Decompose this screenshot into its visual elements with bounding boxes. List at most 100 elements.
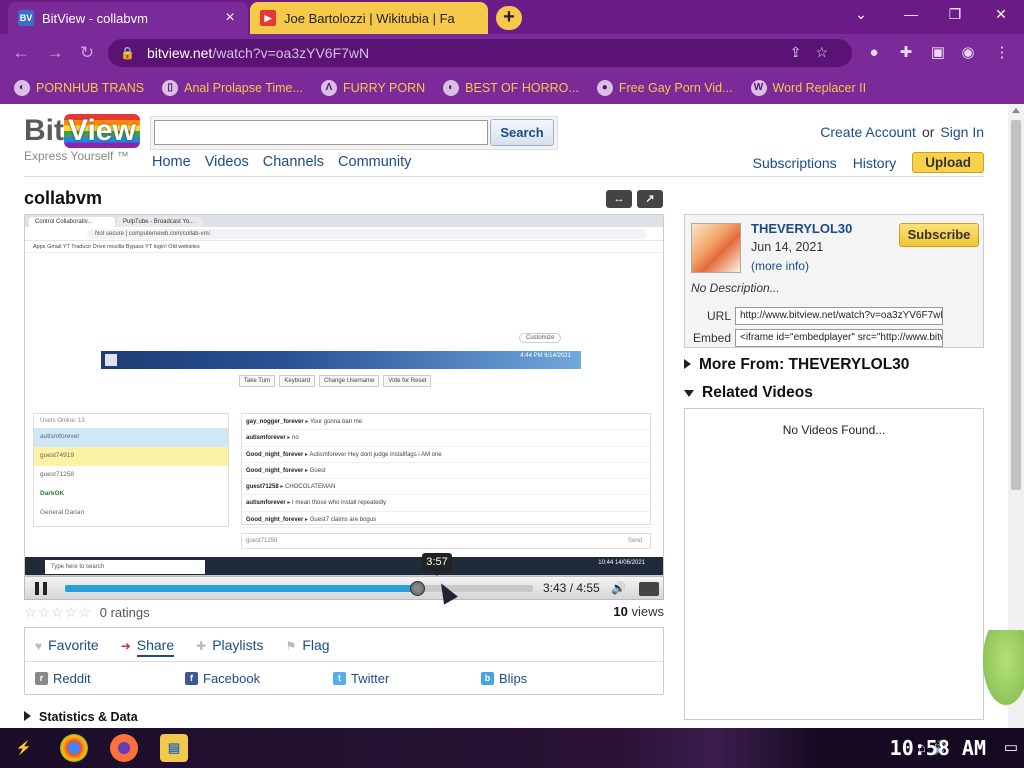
- sign-in-link[interactable]: Sign In: [940, 124, 984, 140]
- menu-icon[interactable]: ⋮: [992, 43, 1012, 63]
- widen-icon[interactable]: ↔: [606, 190, 632, 208]
- tab-wikitubia[interactable]: ▶ Joe Bartolozzi | Wikitubia | Fa: [250, 2, 488, 34]
- ratings: ☆☆☆☆☆ 0 ratings: [24, 604, 150, 621]
- puzzle-icon[interactable]: ✚: [896, 43, 916, 63]
- popout-icon[interactable]: ↗: [637, 190, 663, 208]
- subscriptions-link[interactable]: Subscriptions: [753, 155, 837, 171]
- avatar[interactable]: [691, 223, 741, 273]
- more-from-toggle[interactable]: More From: THEVERYLOL30: [684, 356, 909, 374]
- share-reddit[interactable]: r Reddit: [35, 671, 91, 686]
- extension-avatar-icon[interactable]: ●: [864, 43, 884, 63]
- tab-bitview[interactable]: BV BitView - collabvm ×: [8, 2, 248, 34]
- nav-home[interactable]: Home: [152, 154, 191, 170]
- taskbar-clock[interactable]: 10:58 AM: [890, 736, 986, 760]
- bookmark-item[interactable]: ◐ BEST OF HORRO...: [443, 80, 579, 96]
- share-star-icons[interactable]: ⇪☆: [790, 44, 842, 61]
- vm-chat: gay_nogger_forever ▸ Your gonna ban me a…: [241, 413, 651, 529]
- bookmark-item[interactable]: ◐ PORNHUB TRANS: [14, 80, 144, 96]
- chevron-down-icon[interactable]: ⌄: [846, 6, 876, 23]
- url-field[interactable]: 🔒 bitview.net/watch?v=oa3zYV6F7wN ⇪☆: [108, 39, 852, 67]
- related-videos-list: No Videos Found...: [684, 408, 984, 720]
- channel-box: THEVERYLOL30 Jun 14, 2021 (more info) Su…: [684, 214, 984, 348]
- video-title: collabvm: [24, 188, 103, 208]
- video-description: No Description...: [691, 281, 780, 295]
- bookmark-item[interactable]: ● Free Gay Porn Vid...: [596, 80, 733, 96]
- share-blips[interactable]: b Blips: [481, 671, 527, 686]
- bookmark-item[interactable]: W Word Replacer II: [750, 80, 866, 96]
- volume-icon[interactable]: 🔊: [611, 581, 626, 595]
- desktop-mascot: [982, 630, 1024, 730]
- flag-button[interactable]: ⚑ Flag: [286, 637, 330, 653]
- nav-channels[interactable]: Channels: [263, 154, 324, 170]
- share-button[interactable]: ➜ Share: [120, 636, 175, 657]
- create-account-link[interactable]: Create Account: [820, 124, 916, 140]
- browser-tab-strip: BV BitView - collabvm × ▶ Joe Bartolozzi…: [0, 0, 1024, 34]
- history-link[interactable]: History: [853, 155, 897, 171]
- restore-icon[interactable]: ❐: [940, 6, 970, 23]
- search-button[interactable]: Search: [490, 119, 554, 146]
- windows-icon: [105, 354, 117, 366]
- time-display: 3:43 / 4:55: [543, 581, 600, 595]
- arrow-icon: ➜: [120, 638, 131, 653]
- share-facebook[interactable]: f Facebook: [185, 671, 260, 686]
- statistics-toggle[interactable]: Statistics & Data: [24, 710, 138, 724]
- nav-community[interactable]: Community: [338, 154, 411, 170]
- start-icon[interactable]: ⚡: [10, 734, 38, 762]
- notification-icon[interactable]: ▭: [1004, 738, 1018, 756]
- video-bookmarks: Apps Gmail YT Traducir Drive mozilla Byp…: [25, 241, 663, 253]
- folder-icon[interactable]: ▤: [160, 734, 188, 762]
- vm-user: DarkOK: [40, 490, 65, 497]
- scrollbar-thumb[interactable]: [1011, 120, 1021, 490]
- profile-icon[interactable]: ◉: [958, 43, 978, 63]
- star-rating-icon[interactable]: ☆☆☆☆☆: [24, 604, 92, 620]
- pig-icon: ●: [596, 80, 613, 96]
- vm-taskbar: Type here to search 10:44 14/06/2021: [25, 557, 663, 575]
- related-videos-toggle[interactable]: Related Videos: [684, 384, 813, 402]
- ratings-count: 0 ratings: [99, 605, 150, 620]
- close-icon[interactable]: ×: [222, 9, 238, 27]
- chrome-icon[interactable]: [60, 734, 88, 762]
- user-nav: Subscriptions History Upload: [753, 152, 984, 173]
- seek-handle[interactable]: [410, 581, 426, 596]
- minimize-icon[interactable]: —: [896, 6, 926, 22]
- subscribe-button[interactable]: Subscribe: [899, 223, 979, 247]
- forward-icon[interactable]: →: [44, 43, 66, 65]
- search-input[interactable]: [154, 120, 488, 145]
- new-tab-button[interactable]: +: [496, 6, 522, 30]
- sidepanel-icon[interactable]: ▣: [928, 43, 948, 63]
- video-player[interactable]: Control Collaborativ... PulpTube - Broad…: [24, 214, 664, 576]
- url-path: /watch?v=oa3zYV6F7wN: [212, 45, 370, 61]
- bitview-logo[interactable]: Bit View Express Yourself ™: [24, 114, 140, 163]
- firefox-icon[interactable]: [110, 734, 138, 762]
- bookmark-item[interactable]: Λ FURRY PORN: [320, 80, 425, 96]
- nav-videos[interactable]: Videos: [205, 154, 249, 170]
- plus-icon: ✚: [196, 638, 207, 653]
- back-icon[interactable]: ←: [10, 43, 32, 65]
- bookmark-item[interactable]: ▯ Anal Prolapse Time...: [162, 80, 303, 96]
- vm-button: Vote for Reset: [383, 375, 432, 387]
- seek-bar[interactable]: [65, 581, 533, 596]
- share-twitter[interactable]: t Twitter: [333, 671, 389, 686]
- vm-button: Change Username: [319, 375, 380, 387]
- triangle-right-icon: [684, 359, 691, 369]
- pause-icon[interactable]: [35, 582, 47, 595]
- vm-buttons: Take Turn Keyboard Change Username Vote …: [239, 375, 432, 387]
- vm-chat-line: autismforever ▸ I mean those who install…: [242, 495, 650, 512]
- channel-name[interactable]: THEVERYLOL30: [751, 221, 852, 236]
- url-field[interactable]: http://www.bitview.net/watch?v=oa3zYV6F7…: [735, 307, 943, 325]
- video-customize: Customize: [519, 333, 562, 343]
- lock-icon[interactable]: 🔒: [120, 46, 135, 60]
- upload-button[interactable]: Upload: [912, 152, 984, 173]
- embed-field[interactable]: <iframe id="embedplayer" src="http://www…: [735, 329, 943, 347]
- more-info-link[interactable]: (more info): [751, 259, 809, 273]
- scroll-up-icon[interactable]: [1012, 108, 1020, 113]
- playlists-button[interactable]: ✚ Playlists: [196, 637, 263, 653]
- tab-title: BitView - collabvm: [42, 10, 148, 26]
- vm-user: autismforever: [34, 428, 228, 447]
- fullscreen-icon[interactable]: [639, 582, 659, 596]
- close-window-icon[interactable]: ✕: [986, 6, 1016, 23]
- video-url: Not secure | computernewb.com/collab-vm/: [87, 229, 647, 239]
- reload-icon[interactable]: ↻: [76, 43, 98, 65]
- video-actions: ♥ Favorite ➜ Share ✚ Playlists ⚑ Flag r Reddi…: [24, 627, 664, 695]
- favorite-button[interactable]: ♥ Favorite: [35, 637, 99, 653]
